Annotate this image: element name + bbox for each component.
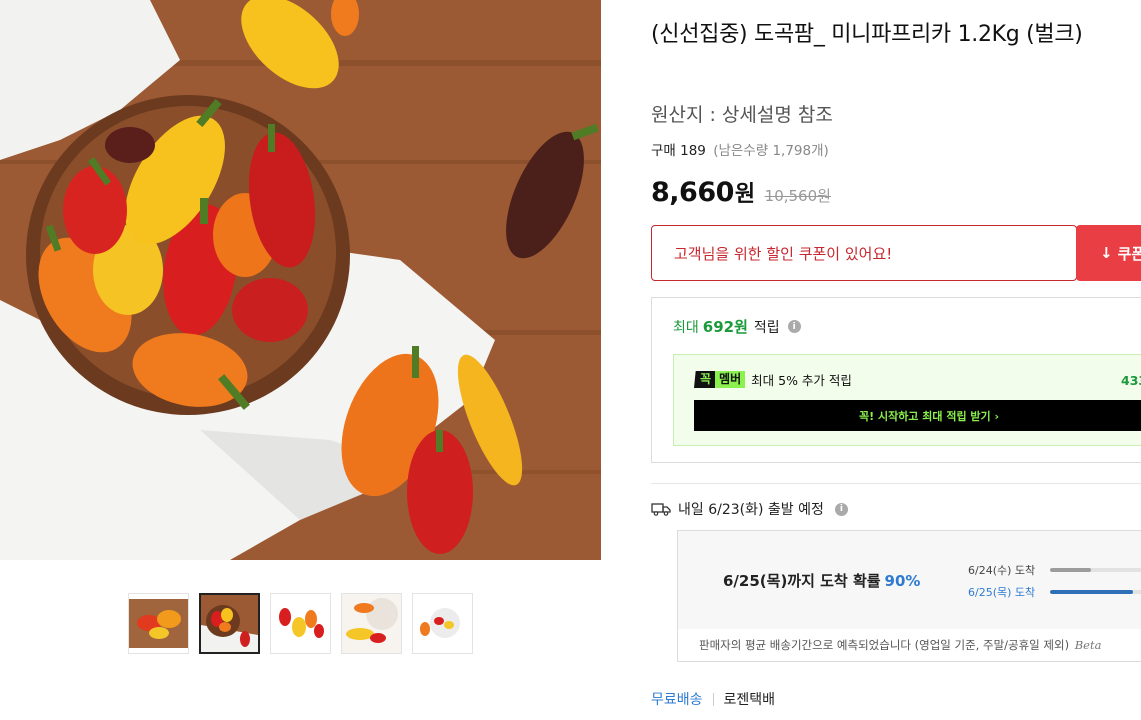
section-divider	[651, 483, 1141, 484]
product-main-image	[0, 0, 601, 560]
membership-start-button[interactable]: 꼭! 시작하고 최대 적립 받기 ›	[694, 400, 1141, 431]
arrival-bar-track	[1050, 590, 1141, 594]
thumbnail-strip	[128, 593, 473, 654]
remaining-quantity: (남은수량 1,798개)	[713, 143, 829, 159]
arrival-bar-label: 6/24(수) 도착	[968, 564, 1036, 577]
coupon-button-label: 쿠폰	[1117, 244, 1141, 263]
membership-badge-left: 꼭	[694, 371, 716, 388]
arrival-bar-fill	[1050, 590, 1133, 594]
arrival-percent: 90%	[884, 572, 921, 590]
arrival-date-text: 6/25(목)까지 도착 확률	[723, 572, 881, 590]
thumbnail-5[interactable]	[412, 593, 473, 654]
separator	[712, 692, 714, 706]
thumbnail-5-image	[413, 599, 472, 648]
original-price: 10,560원	[764, 187, 831, 205]
arrival-note-text: 판매자의 평균 배송기간으로 예측되었습니다 (영업일 기준, 주말/공휴일 제…	[699, 638, 1070, 652]
arrival-probability: 6/25(목)까지 도착 확률 90%	[723, 570, 920, 591]
reward-suffix: 적립	[753, 319, 780, 336]
price-row: 8,660원 10,560원	[651, 176, 831, 208]
thumbnail-1[interactable]	[128, 593, 189, 654]
membership-badge-right: 멤버	[715, 371, 746, 388]
membership-promo: 꼭멤버 최대 5% 추가 적립 433 꼭! 시작하고 최대 적립 받기 ›	[673, 354, 1141, 446]
thumbnail-2[interactable]	[199, 593, 260, 654]
membership-text: 최대 5% 추가 적립	[751, 373, 852, 388]
beta-label: Beta	[1074, 638, 1102, 652]
product-title: (신선집중) 도곡팜_ 미니파프리카 1.2Kg (벌크)	[651, 22, 1083, 47]
reward-prefix: 최대	[673, 319, 699, 336]
arrival-estimate-box: 6/25(목)까지 도착 확률 90% 6/24(수) 도착 6/25(목) 도착…	[677, 530, 1141, 662]
coupon-banner[interactable]: 고객님을 위한 할인 쿠폰이 있어요!	[651, 225, 1077, 281]
arrival-bar-row: 6/24(수) 도착	[968, 559, 1141, 581]
coupon-download-button[interactable]: ↓ 쿠폰	[1076, 225, 1141, 281]
coupon-message: 고객님을 위한 할인 쿠폰이 있어요!	[674, 244, 893, 263]
reward-amount: 692원	[702, 318, 748, 336]
thumbnail-1-image	[129, 599, 188, 648]
reward-summary: 최대 692원 적립 i	[673, 316, 801, 337]
courier-name: 로젠택배	[723, 692, 776, 708]
thumbnail-4[interactable]	[341, 593, 402, 654]
shipping-departure: 내일 6/23(화) 출발 예정 i	[651, 499, 848, 519]
sale-price: 8,660원	[651, 176, 755, 208]
info-icon[interactable]: i	[787, 320, 801, 333]
arrival-bar-fill	[1050, 568, 1092, 572]
reward-section: 최대 692원 적립 i 꼭멤버 최대 5% 추가 적립 433 꼭! 시작하고…	[651, 297, 1141, 463]
membership-row: 꼭 멤버 최대 5% 추가 적립	[694, 370, 852, 389]
free-shipping-label: 무료배송	[651, 692, 703, 708]
info-icon[interactable]: i	[834, 502, 848, 516]
membership-amount: 433	[1121, 373, 1141, 388]
mini-paprika-photo	[0, 0, 601, 560]
thumbnail-2-image	[201, 595, 258, 652]
thumbnail-4-image	[342, 594, 401, 653]
membership-badge: 꼭 멤버	[694, 371, 746, 388]
currency-unit: 원	[734, 182, 755, 207]
sales-info: 구매 189 (남은수량 1,798개)	[651, 139, 829, 159]
thumbnail-3[interactable]	[270, 593, 331, 654]
truck-icon	[651, 503, 671, 516]
download-icon: ↓	[1100, 244, 1113, 262]
product-origin: 원산지 : 상세설명 참조	[651, 104, 833, 126]
arrival-note: 판매자의 평균 배송기간으로 예측되었습니다 (영업일 기준, 주말/공휴일 제…	[699, 637, 1101, 653]
arrival-estimate-header: 6/25(목)까지 도착 확률 90% 6/24(수) 도착 6/25(목) 도착	[678, 531, 1141, 629]
departure-text: 내일 6/23(화) 출발 예정	[678, 502, 824, 518]
sales-count: 구매 189	[651, 143, 706, 159]
arrival-bar-track	[1050, 568, 1141, 572]
arrival-bar-label: 6/25(목) 도착	[968, 586, 1036, 599]
delivery-type: 무료배송 로젠택배	[651, 689, 775, 709]
arrival-distribution: 6/24(수) 도착 6/25(목) 도착	[968, 559, 1141, 603]
arrival-bar-row: 6/25(목) 도착	[968, 581, 1141, 603]
thumbnail-3-image	[271, 599, 330, 648]
sale-price-value: 8,660	[651, 177, 734, 208]
